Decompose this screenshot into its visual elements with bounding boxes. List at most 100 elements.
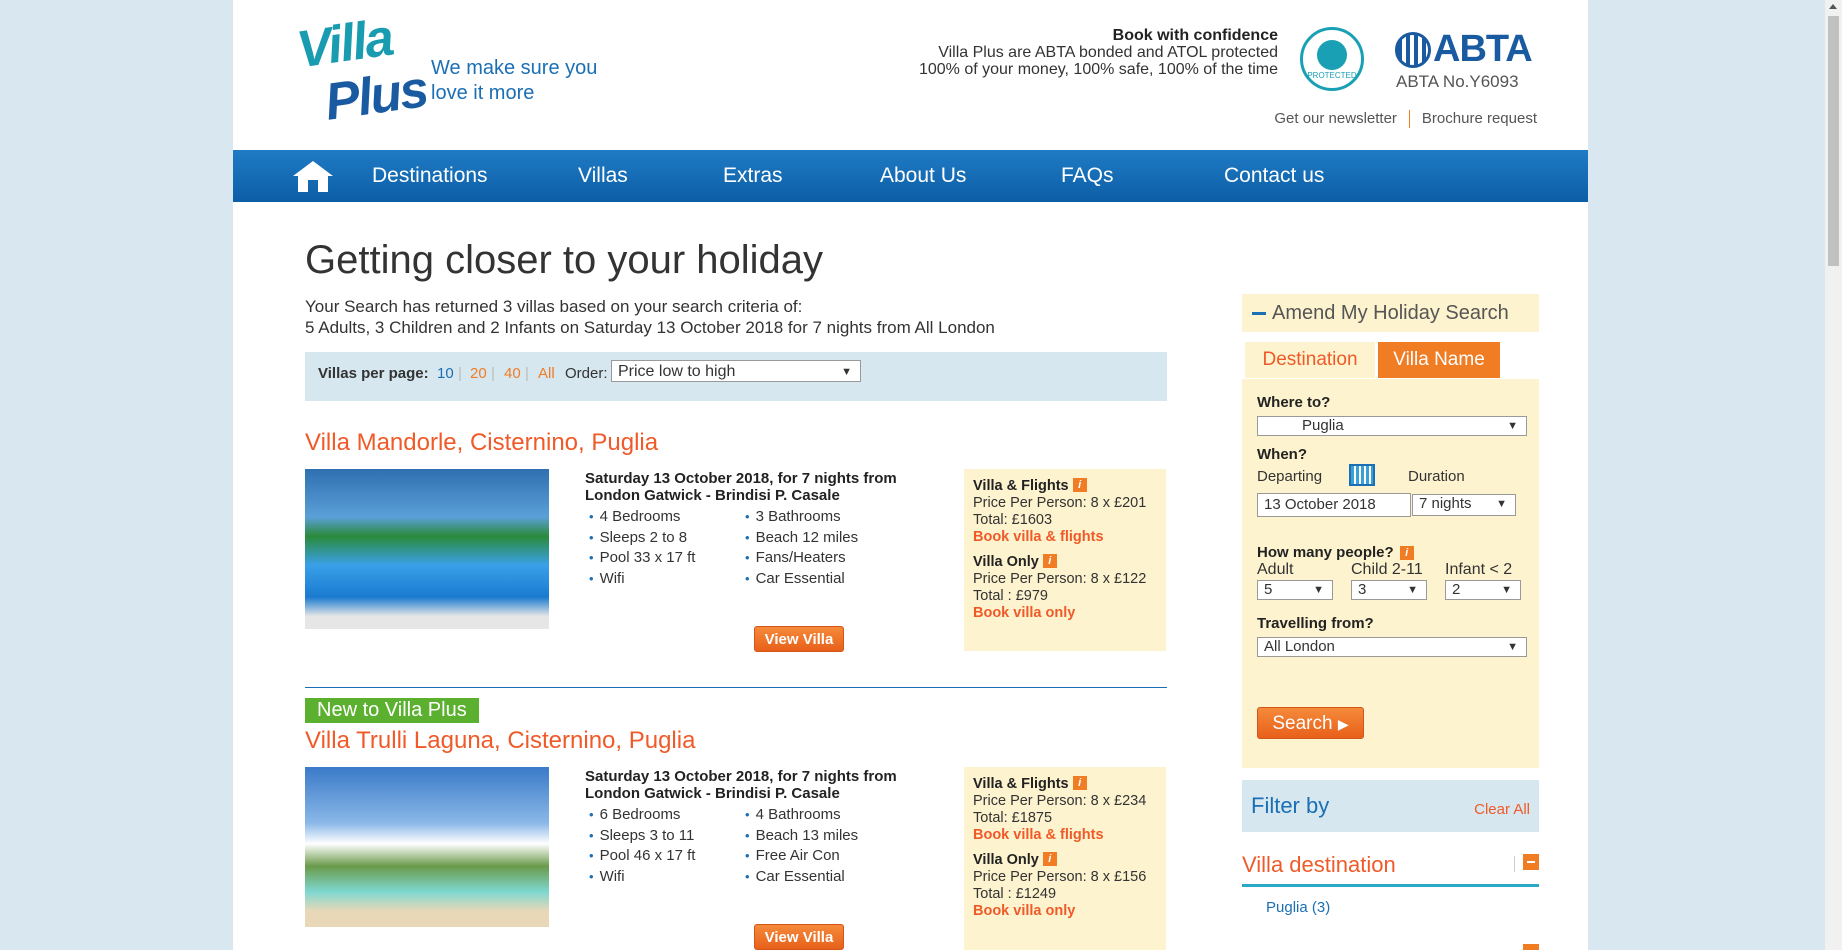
vertical-scrollbar[interactable] bbox=[1825, 0, 1842, 950]
feature-item: Beach 13 miles bbox=[745, 826, 859, 847]
info-icon[interactable]: i bbox=[1072, 478, 1087, 492]
home-icon[interactable] bbox=[291, 158, 335, 194]
nav-villas[interactable]: Villas bbox=[578, 164, 628, 188]
info-icon[interactable]: i bbox=[1042, 852, 1057, 866]
villa-only-title: Villa Only bbox=[973, 554, 1039, 570]
villa-title[interactable]: Villa Mandorle, Cisternino, Puglia bbox=[305, 429, 658, 457]
duration-select[interactable]: 7 nights ▼ bbox=[1412, 494, 1516, 516]
destination-select[interactable]: Puglia ▼ bbox=[1257, 416, 1527, 436]
travelling-from-select[interactable]: All London ▼ bbox=[1257, 637, 1527, 657]
destination-value: Puglia bbox=[1302, 417, 1344, 434]
calendar-icon[interactable] bbox=[1349, 464, 1375, 486]
when-label: When? bbox=[1257, 446, 1307, 463]
child-select[interactable]: 3 ▼ bbox=[1351, 580, 1427, 600]
nav-extras[interactable]: Extras bbox=[723, 164, 783, 188]
per-page-divider: | bbox=[458, 365, 462, 382]
villa-title[interactable]: Villa Trulli Laguna, Cisternino, Puglia bbox=[305, 727, 695, 755]
feature-item: Sleeps 3 to 11 bbox=[589, 826, 695, 847]
feature-item: Fans/Heaters bbox=[745, 548, 858, 569]
feature-item: 4 Bathrooms bbox=[745, 805, 858, 826]
amend-search-header[interactable]: Amend My Holiday Search bbox=[1242, 294, 1539, 332]
per-page-divider: | bbox=[525, 365, 529, 382]
nav-contact-us[interactable]: Contact us bbox=[1224, 164, 1324, 188]
villa-features-right: 4 Bathrooms Beach 13 miles Free Air Con … bbox=[745, 805, 859, 888]
infant-value: 2 bbox=[1452, 581, 1461, 598]
book-villa-flights-link[interactable]: Book villa & flights bbox=[973, 529, 1157, 546]
villa-destination-filter[interactable]: Villa destination bbox=[1242, 852, 1539, 887]
per-page-20[interactable]: 20 bbox=[470, 365, 487, 382]
collapse-minus-icon[interactable] bbox=[1523, 854, 1539, 870]
new-villa-badge: New to Villa Plus bbox=[305, 698, 479, 723]
results-divider bbox=[305, 687, 1167, 688]
tab-villa-name[interactable]: Villa Name bbox=[1378, 342, 1500, 378]
abta-wordmark: ABTA bbox=[1433, 28, 1533, 70]
abta-globe-icon bbox=[1395, 32, 1431, 68]
nav-about-us[interactable]: About Us bbox=[880, 164, 966, 188]
book-villa-only-link[interactable]: Book villa only bbox=[973, 605, 1157, 622]
infant-label: Infant < 2 bbox=[1445, 561, 1513, 578]
per-page-40[interactable]: 40 bbox=[504, 365, 521, 382]
atol-icon bbox=[1317, 40, 1347, 70]
duration-label: Duration bbox=[1408, 468, 1465, 485]
tagline: We make sure you love it more bbox=[431, 57, 598, 104]
scroll-up-arrow-icon[interactable] bbox=[1829, 4, 1837, 9]
info-icon[interactable]: i bbox=[1399, 546, 1414, 561]
villa-only-total: Total : £979 bbox=[973, 588, 1048, 604]
adult-select[interactable]: 5 ▼ bbox=[1257, 580, 1333, 600]
nav-destinations[interactable]: Destinations bbox=[372, 164, 488, 188]
clear-all-link[interactable]: Clear All bbox=[1474, 801, 1530, 818]
feature-item: Sleeps 2 to 8 bbox=[589, 528, 695, 549]
feature-item: Wifi bbox=[589, 569, 695, 590]
search-panel: Where to? Puglia ▼ When? Departing Durat… bbox=[1242, 379, 1539, 768]
page-title: Getting closer to your holiday bbox=[305, 238, 824, 282]
brochure-link[interactable]: Brochure request bbox=[1422, 110, 1537, 128]
search-button[interactable]: Search ▶ bbox=[1257, 707, 1364, 739]
feature-item: Free Air Con bbox=[745, 846, 858, 867]
tab-destination[interactable]: Destination bbox=[1245, 342, 1375, 378]
adult-label: Adult bbox=[1257, 561, 1294, 578]
scrollbar-thumb[interactable] bbox=[1828, 16, 1839, 266]
people-label-text: How many people? bbox=[1257, 544, 1394, 561]
nav-faqs[interactable]: FAQs bbox=[1061, 164, 1114, 188]
info-icon[interactable]: i bbox=[1072, 776, 1087, 790]
view-villa-button[interactable]: View Villa bbox=[754, 924, 844, 950]
villa-photo[interactable] bbox=[305, 469, 549, 629]
villa-flights-total: Total: £1603 bbox=[973, 512, 1053, 528]
feature-item: 3 Bathrooms bbox=[745, 507, 858, 528]
villas-per-page-label: Villas per page: bbox=[318, 365, 429, 382]
per-page-10[interactable]: 10 bbox=[437, 365, 454, 382]
price-box: Villa & Flights i Price Per Person: 8 x £… bbox=[964, 767, 1166, 950]
villa-only-title: Villa Only bbox=[973, 852, 1039, 868]
villa-plus-logo[interactable]: Villa Plus bbox=[293, 9, 430, 132]
feature-item: Car Essential bbox=[745, 867, 858, 888]
villa-dates: Saturday 13 October 2018, for 7 nights f… bbox=[585, 768, 897, 802]
feature-item: Car Essential bbox=[745, 569, 858, 590]
departing-label: Departing bbox=[1257, 468, 1323, 485]
order-select[interactable]: Price low to high ▼ bbox=[611, 360, 861, 382]
feature-item: Pool 46 x 17 ft bbox=[589, 846, 696, 867]
villa-photo[interactable] bbox=[305, 767, 549, 927]
atol-badge-text: PROTECTED bbox=[1307, 71, 1357, 80]
villa-only-price-per-person: Price Per Person: 8 x £122 bbox=[973, 571, 1147, 587]
per-page-all[interactable]: All bbox=[538, 365, 555, 382]
feature-item: Pool 33 x 17 ft bbox=[589, 548, 696, 569]
feature-item: Wifi bbox=[589, 867, 695, 888]
book-villa-flights-link[interactable]: Book villa & flights bbox=[973, 827, 1157, 844]
filter-option-puglia[interactable]: Puglia (3) bbox=[1266, 899, 1330, 916]
info-icon[interactable]: i bbox=[1042, 554, 1057, 568]
order-select-value: Price low to high bbox=[618, 363, 736, 380]
adult-value: 5 bbox=[1264, 581, 1273, 598]
newsletter-link[interactable]: Get our newsletter bbox=[1274, 110, 1397, 128]
dropdown-arrow-icon: ▼ bbox=[1407, 584, 1418, 596]
infant-select[interactable]: 2 ▼ bbox=[1445, 580, 1521, 600]
book-villa-only-link[interactable]: Book villa only bbox=[973, 903, 1157, 920]
confidence-line-2: 100% of your money, 100% safe, 100% of t… bbox=[918, 61, 1278, 78]
collapse-minus-icon[interactable] bbox=[1523, 944, 1539, 950]
travelling-from-value: All London bbox=[1264, 638, 1335, 655]
departing-date-input[interactable]: 13 October 2018 bbox=[1257, 493, 1411, 517]
view-villa-button[interactable]: View Villa bbox=[754, 626, 844, 652]
dropdown-arrow-icon: ▼ bbox=[1496, 498, 1507, 510]
duration-value: 7 nights bbox=[1419, 495, 1472, 512]
search-summary: Your Search has returned 3 villas based … bbox=[305, 296, 995, 338]
atol-protected-badge: PROTECTED bbox=[1300, 27, 1364, 91]
